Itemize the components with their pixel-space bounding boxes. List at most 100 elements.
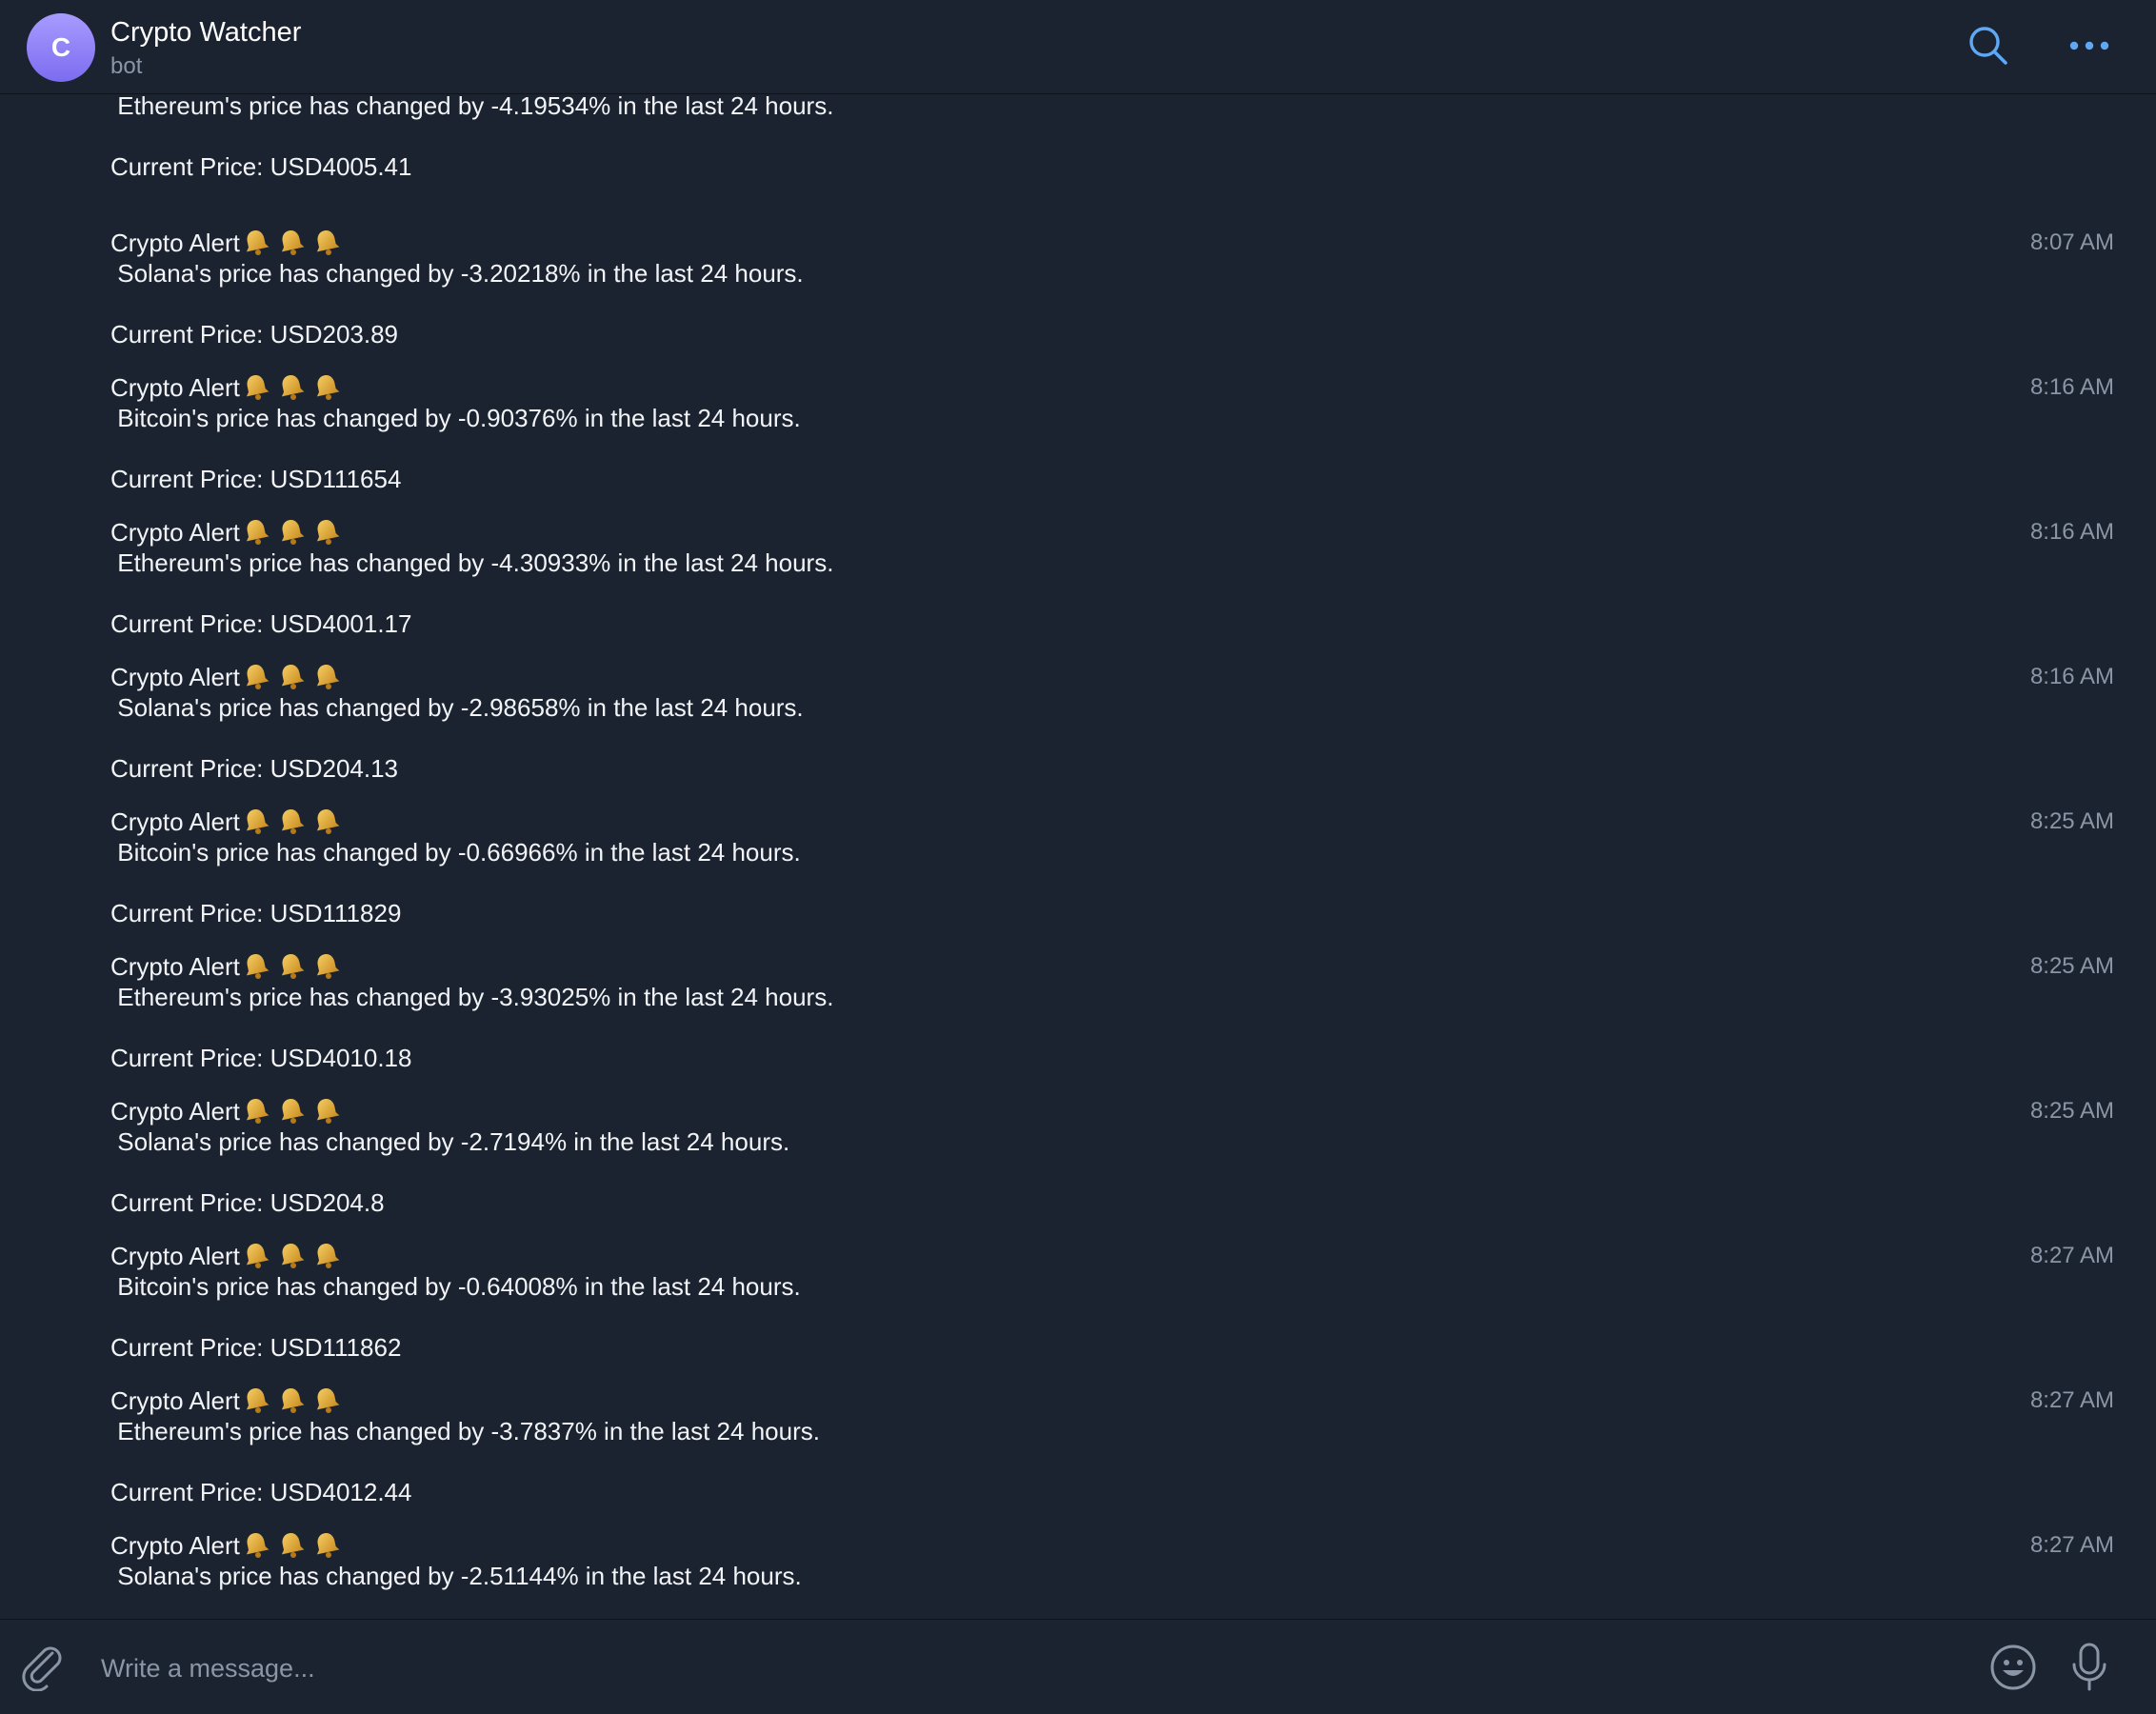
- search-button[interactable]: [1962, 19, 2015, 72]
- message-change-text: Solana's price has changed by -2.51144% …: [110, 1562, 802, 1590]
- bell-icon: [242, 372, 270, 401]
- bell-icon: [312, 517, 341, 546]
- message-list[interactable]: Ethereum's price has changed by -4.19534…: [0, 94, 2156, 1619]
- bell-icon: [312, 807, 341, 835]
- message-timestamp: 8:27 AM: [2029, 1387, 2114, 1413]
- bell-icon: [242, 228, 270, 256]
- more-button[interactable]: [2063, 19, 2116, 72]
- message-timestamp: 8:16 AM: [2029, 664, 2114, 689]
- message-input[interactable]: [99, 1643, 1912, 1694]
- message[interactable]: Crypto Alert Ethereum's price has change…: [0, 951, 2156, 1096]
- message-price-text: Current Price: USD4012.44: [110, 1478, 412, 1506]
- attach-button[interactable]: [19, 1641, 69, 1694]
- bell-icon: [312, 372, 341, 401]
- chat-header: C Crypto Watcher bot: [0, 0, 2156, 94]
- bell-icon: [277, 372, 306, 401]
- microphone-icon: [2072, 1643, 2106, 1691]
- message[interactable]: Crypto Alert Solana's price has changed …: [0, 1096, 2156, 1241]
- avatar-letter: C: [50, 32, 71, 62]
- search-icon: [1969, 27, 2007, 65]
- bell-icon: [277, 807, 306, 835]
- bell-icon: [312, 1385, 341, 1414]
- message-price-text: Current Price: USD4010.18: [110, 1044, 412, 1072]
- message-alert-title: Crypto Alert: [110, 807, 346, 837]
- bell-icon: [242, 517, 270, 546]
- message-change-text: Bitcoin's price has changed by -0.64008%…: [110, 1272, 801, 1301]
- bell-icon: [242, 951, 270, 980]
- message-change-text: Ethereum's price has changed by -3.93025…: [110, 983, 834, 1011]
- more-icon: [2069, 41, 2109, 50]
- message-alert-title: Crypto Alert: [110, 517, 346, 548]
- microphone-button[interactable]: [2063, 1639, 2116, 1696]
- paperclip-icon: [22, 1646, 62, 1691]
- bell-icon: [242, 807, 270, 835]
- bell-icon: [277, 1385, 306, 1414]
- alert-label: Crypto Alert: [110, 1097, 240, 1126]
- bell-icon: [242, 662, 270, 690]
- message[interactable]: Crypto Alert Bitcoin's price has changed…: [0, 1241, 2156, 1385]
- alert-label: Crypto Alert: [110, 518, 240, 547]
- emoji-icon: [1990, 1644, 2036, 1690]
- alert-label: Crypto Alert: [110, 663, 240, 691]
- message-alert-title: Crypto Alert: [110, 1241, 346, 1271]
- alert-label: Crypto Alert: [110, 1242, 240, 1270]
- message-alert-title: Crypto Alert: [110, 1096, 346, 1126]
- message[interactable]: Crypto Alert Solana's price has changed …: [0, 1530, 2156, 1619]
- message-alert-title: Crypto Alert: [110, 372, 346, 403]
- avatar[interactable]: C: [27, 13, 95, 82]
- message-timestamp: 8:07 AM: [2029, 229, 2114, 255]
- message-alert-title: Crypto Alert: [110, 1530, 346, 1561]
- message-price-text: Current Price: USD4005.41: [110, 152, 412, 181]
- message-change-text: Solana's price has changed by -2.98658% …: [110, 693, 804, 722]
- bell-icon: [312, 1530, 341, 1559]
- message-timestamp: 8:27 AM: [2029, 1243, 2114, 1268]
- message[interactable]: Crypto Alert Ethereum's price has change…: [0, 1385, 2156, 1530]
- chat-subtitle: bot: [110, 53, 143, 79]
- message-price-text: Current Price: USD204.8: [110, 1188, 385, 1217]
- message[interactable]: Crypto Alert Ethereum's price has change…: [0, 517, 2156, 662]
- message-timestamp: 8:16 AM: [2029, 374, 2114, 400]
- bell-icon: [277, 1241, 306, 1269]
- message-partial: Ethereum's price has changed by -4.19534…: [0, 94, 2156, 186]
- message-change-text: Bitcoin's price has changed by -0.66966%…: [110, 838, 801, 867]
- bell-icon: [277, 951, 306, 980]
- bell-icon: [277, 662, 306, 690]
- message-price-text: Current Price: USD204.13: [110, 754, 399, 783]
- message-alert-title: Crypto Alert: [110, 951, 346, 982]
- bell-icon: [242, 1385, 270, 1414]
- message[interactable]: Crypto Alert Bitcoin's price has changed…: [0, 372, 2156, 517]
- message[interactable]: Crypto Alert Bitcoin's price has changed…: [0, 807, 2156, 951]
- alert-label: Crypto Alert: [110, 373, 240, 402]
- message-timestamp: 8:25 AM: [2029, 953, 2114, 979]
- message-change-text: Solana's price has changed by -2.7194% i…: [110, 1127, 790, 1156]
- message-change-text: Ethereum's price has changed by -4.30933…: [110, 548, 834, 577]
- bell-icon: [242, 1096, 270, 1125]
- message-alert-title: Crypto Alert: [110, 662, 346, 692]
- bell-icon: [277, 1096, 306, 1125]
- chat-window: C Crypto Watcher bot Ethereum's price ha…: [0, 0, 2156, 1714]
- message[interactable]: Crypto Alert Solana's price has changed …: [0, 662, 2156, 807]
- message-change-text: Ethereum's price has changed by -3.7837%…: [110, 1417, 820, 1445]
- message-change-text: Ethereum's price has changed by -4.19534…: [110, 94, 834, 120]
- alert-label: Crypto Alert: [110, 952, 240, 981]
- bell-icon: [312, 951, 341, 980]
- message-timestamp: 8:27 AM: [2029, 1532, 2114, 1558]
- message-change-text: Bitcoin's price has changed by -0.90376%…: [110, 404, 801, 432]
- alert-label: Crypto Alert: [110, 807, 240, 836]
- composer: [0, 1619, 2156, 1714]
- message-timestamp: 8:16 AM: [2029, 519, 2114, 545]
- message-price-text: Current Price: USD111654: [110, 465, 402, 493]
- message-change-text: Solana's price has changed by -3.20218% …: [110, 259, 804, 288]
- bell-icon: [312, 1096, 341, 1125]
- bell-icon: [242, 1241, 270, 1269]
- chat-title[interactable]: Crypto Watcher: [110, 17, 301, 49]
- emoji-button[interactable]: [1986, 1641, 2040, 1694]
- message-price-text: Current Price: USD111862: [110, 1333, 402, 1362]
- bell-icon: [277, 517, 306, 546]
- message[interactable]: Crypto Alert Solana's price has changed …: [0, 228, 2156, 372]
- bell-icon: [242, 1530, 270, 1559]
- alert-label: Crypto Alert: [110, 1531, 240, 1560]
- alert-label: Crypto Alert: [110, 229, 240, 257]
- message-alert-title: Crypto Alert: [110, 228, 346, 258]
- bell-icon: [312, 1241, 341, 1269]
